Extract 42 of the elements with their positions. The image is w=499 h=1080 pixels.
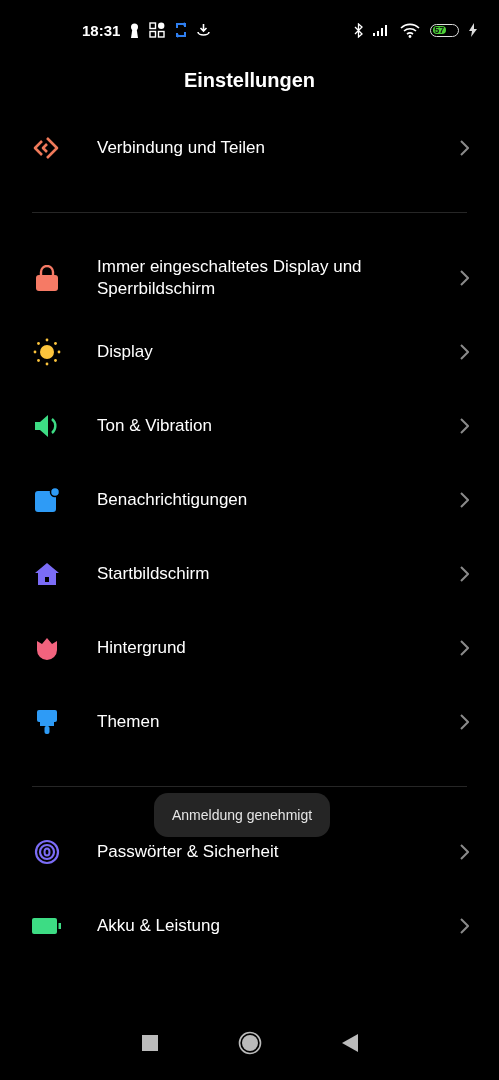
settings-item[interactable]: Ton & Vibration <box>97 415 459 437</box>
chevron-icon <box>459 344 469 360</box>
wifi-icon <box>400 22 420 38</box>
page-title: Einstellungen <box>182 67 317 93</box>
back-button[interactable] <box>341 1033 358 1052</box>
settings-item[interactable]: Hintergrund <box>97 637 459 659</box>
settings-item[interactable]: Verbindung und Teilen <box>97 137 459 159</box>
settings-item[interactable]: Immer eingeschaltetes Display und Sperrbildschirm <box>97 256 459 300</box>
settings-item[interactable]: Passwörter & Sicherheit <box>97 841 459 863</box>
chevron-icon <box>459 640 469 656</box>
connection-icon <box>33 136 61 160</box>
status-time: 18:31 <box>82 21 121 39</box>
settings-item[interactable]: Themen <box>97 711 459 733</box>
tulip-icon <box>35 636 59 660</box>
download-icon <box>197 24 211 36</box>
settings-item[interactable]: Startbildschirm <box>97 563 459 585</box>
settings-item[interactable]: Benachrichtigungen <box>97 489 459 511</box>
chevron-icon <box>459 918 469 934</box>
home-button[interactable] <box>237 1030 262 1055</box>
notification-icon <box>34 487 60 513</box>
keyhole-icon <box>130 22 140 38</box>
chevron-icon <box>459 566 469 582</box>
chevron-icon <box>459 270 469 286</box>
sync-icon <box>175 22 188 38</box>
lock-icon <box>35 265 59 291</box>
chevron-icon <box>459 140 469 156</box>
apps-icon <box>149 22 166 38</box>
chevron-icon <box>459 492 469 508</box>
battery-icon <box>32 917 62 935</box>
chevron-icon <box>459 418 469 434</box>
chevron-icon <box>459 844 469 860</box>
signal-icon <box>373 24 390 36</box>
home-icon <box>34 562 60 586</box>
bluetooth-icon <box>354 22 363 38</box>
chevron-icon <box>459 714 469 730</box>
sun-icon <box>33 338 61 366</box>
brush-icon <box>36 709 58 735</box>
fingerprint-icon <box>34 839 60 865</box>
login-toast: Anmeldung genehmigt <box>154 793 331 837</box>
settings-item[interactable]: Akku & Leistung <box>97 915 459 937</box>
recents-button[interactable] <box>141 1034 158 1051</box>
settings-item[interactable]: Display <box>97 341 459 363</box>
